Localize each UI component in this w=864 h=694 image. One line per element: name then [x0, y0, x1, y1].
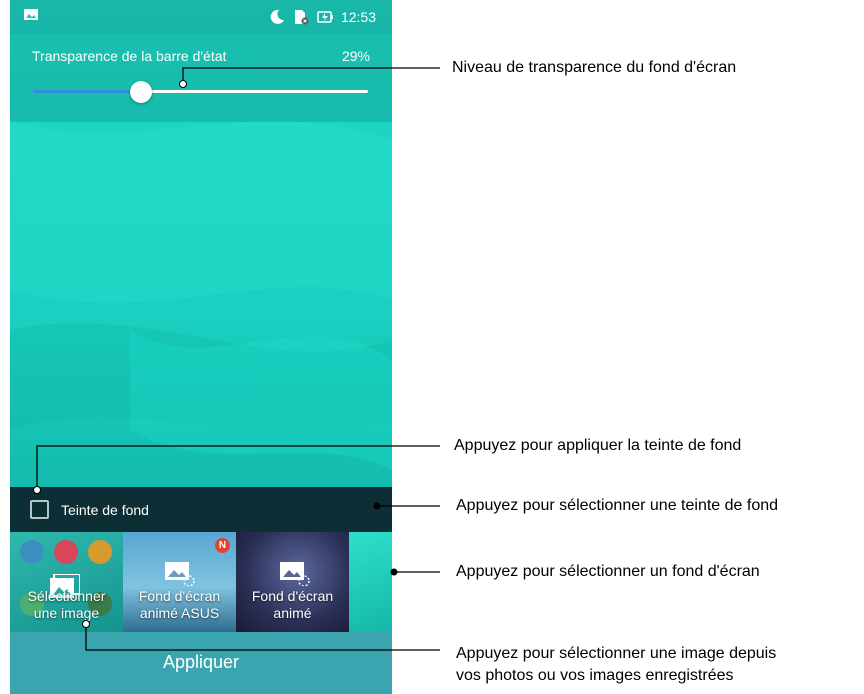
- moon-icon: [270, 9, 284, 24]
- select-image-thumbnail[interactable]: Sélectionner une image: [10, 532, 123, 632]
- tint-label: Teinte de fond: [61, 501, 149, 518]
- transparency-label: Transparence de la barre d'état: [32, 48, 227, 64]
- asus-live-wallpaper-thumbnail[interactable]: N Fond d'écran animé ASUS: [123, 532, 236, 632]
- callout-select-image: Appuyez pour sélectionner une image depu…: [456, 645, 777, 684]
- transparency-panel: Transparence de la barre d'état 29%: [10, 34, 392, 122]
- wallpaper-thumbnails: Sélectionner une image N Fond d'écran an…: [10, 532, 392, 632]
- callout-apply-tint: Appuyez pour appliquer la teinte de fond: [454, 437, 742, 454]
- live-wallpaper-thumbnail[interactable]: Fond d'écran animé: [236, 532, 349, 632]
- slider-fill: [32, 90, 141, 93]
- status-bar: 12:53: [10, 0, 392, 34]
- app-icon: [20, 540, 44, 564]
- thumbnail-label: Sélectionner une image: [27, 588, 106, 621]
- thumbnail-label: Fond d'écran animé: [251, 588, 334, 621]
- app-icon: [88, 540, 112, 564]
- wallpaper-thumbnail[interactable]: [349, 532, 392, 632]
- callout-select-wallpaper: Appuyez pour sélectionner un fond d'écra…: [456, 563, 760, 580]
- transparency-value: 29%: [341, 48, 370, 64]
- tint-bar[interactable]: Teinte de fond: [10, 487, 392, 532]
- thumbnail-label: Fond d'écran animé ASUS: [138, 588, 221, 621]
- battery-charging-icon: [317, 11, 333, 23]
- sim-icon: [294, 10, 309, 25]
- slider-thumb[interactable]: [130, 81, 152, 103]
- clock: 12:53: [340, 9, 376, 25]
- live-wallpaper-icon: [165, 562, 195, 586]
- callout-select-tint: Appuyez pour sélectionner une teinte de …: [456, 497, 779, 514]
- phone-screen: 12:53 Transparence de la barre d'état 29…: [10, 0, 392, 694]
- gallery-icon: [24, 9, 38, 20]
- new-badge: N: [215, 538, 230, 553]
- transparency-slider[interactable]: [32, 81, 368, 103]
- callout-transparency: Niveau de transparence du fond d'écran: [452, 59, 737, 76]
- apply-label: Appliquer: [162, 651, 240, 672]
- live-wallpaper-icon: [280, 562, 310, 586]
- tint-checkbox[interactable]: [30, 500, 49, 519]
- app-icon: [54, 540, 78, 564]
- apply-button[interactable]: Appliquer: [10, 632, 392, 694]
